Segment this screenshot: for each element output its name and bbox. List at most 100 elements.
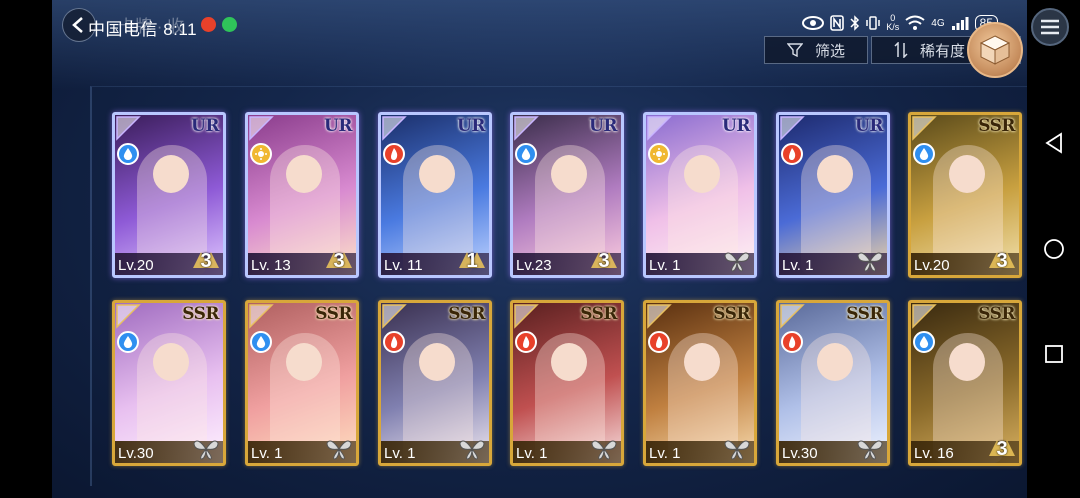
fire-element-icon <box>515 331 537 353</box>
collection-cube-button[interactable] <box>967 22 1023 78</box>
breakthrough-badge: 3 <box>987 248 1017 274</box>
hamburger-menu-icon <box>1041 19 1059 35</box>
rarity-label: UR <box>191 116 219 136</box>
butterfly-badge-icon <box>722 436 752 462</box>
breakthrough-count: 3 <box>333 249 345 272</box>
class-emblem-icon <box>911 115 941 141</box>
level-label: Lv.20 <box>914 257 950 274</box>
data-speed: 0 K/s <box>886 13 900 32</box>
character-card[interactable]: UR Lv. 1 <box>776 112 890 278</box>
breakthrough-count: 1 <box>466 249 478 272</box>
character-card[interactable]: SSR Lv.20 3 <box>908 112 1022 278</box>
butterfly-badge-icon <box>855 436 885 462</box>
carrier-time: 中国电信 8:11 <box>88 20 198 39</box>
water-element-icon <box>117 143 139 165</box>
level-label: Lv. 1 <box>516 445 548 462</box>
rarity-label: SSR <box>182 304 219 324</box>
character-face <box>684 343 720 381</box>
character-card[interactable]: SSR Lv. 1 <box>378 300 492 466</box>
class-emblem-icon <box>911 303 941 329</box>
water-element-icon <box>515 143 537 165</box>
rarity-label: SSR <box>978 116 1015 136</box>
rarity-label: SSR <box>448 304 485 324</box>
square-recents-icon <box>1044 345 1063 363</box>
nav-home-button[interactable] <box>1027 229 1080 269</box>
breakthrough-count: 3 <box>200 249 212 272</box>
light-element-icon <box>648 143 670 165</box>
circle-home-icon <box>1043 239 1064 259</box>
level-label: Lv.20 <box>118 257 154 274</box>
class-emblem-icon <box>115 115 145 141</box>
rarity-label: UR <box>589 116 617 136</box>
level-label: Lv.30 <box>782 445 818 462</box>
character-card[interactable]: SSR Lv. 1 <box>245 300 359 466</box>
breakthrough-count: 3 <box>598 249 610 272</box>
light-element-icon <box>250 143 272 165</box>
level-label: Lv. 1 <box>649 257 681 274</box>
character-card[interactable]: UR Lv. 1 <box>643 112 757 278</box>
menu-button[interactable] <box>1031 8 1069 46</box>
character-face <box>949 155 985 193</box>
class-emblem-icon <box>248 303 278 329</box>
sort-icon <box>894 42 908 58</box>
character-face <box>153 343 189 381</box>
class-emblem-icon <box>381 303 411 329</box>
character-card[interactable]: UR Lv. 13 3 <box>245 112 359 278</box>
fire-element-icon <box>648 331 670 353</box>
class-emblem-icon <box>248 115 278 141</box>
filter-button[interactable]: 筛选 <box>764 36 868 64</box>
water-element-icon <box>250 331 272 353</box>
breakthrough-count: 3 <box>996 249 1008 272</box>
character-card[interactable]: SSR Lv. 1 <box>643 300 757 466</box>
character-card[interactable]: SSR Lv. 16 3 <box>908 300 1022 466</box>
filter-icon <box>787 43 803 57</box>
character-face <box>419 155 455 193</box>
rarity-label: UR <box>722 116 750 136</box>
character-card[interactable]: UR Lv.23 3 <box>510 112 624 278</box>
butterfly-badge-icon <box>722 248 752 274</box>
nav-recents-button[interactable] <box>1027 334 1080 374</box>
class-emblem-icon <box>646 115 676 141</box>
breakthrough-badge: 3 <box>191 248 221 274</box>
breakthrough-badge: 3 <box>589 248 619 274</box>
level-label: Lv.30 <box>118 445 154 462</box>
character-card[interactable]: UR Lv. 11 1 <box>378 112 492 278</box>
character-face <box>817 343 853 381</box>
breakthrough-badge: 3 <box>987 436 1017 462</box>
level-label: Lv. 1 <box>251 445 283 462</box>
rarity-label: UR <box>855 116 883 136</box>
breakthrough-badge: 3 <box>324 248 354 274</box>
butterfly-badge-icon <box>855 248 885 274</box>
butterfly-badge-icon <box>324 436 354 462</box>
fire-element-icon <box>383 143 405 165</box>
character-card[interactable]: SSR Lv.30 <box>112 300 226 466</box>
character-card[interactable]: SSR Lv. 1 <box>510 300 624 466</box>
cube-icon <box>979 35 1011 65</box>
character-face <box>949 343 985 381</box>
fire-element-icon <box>781 143 803 165</box>
back-arrow-icon <box>72 17 83 33</box>
filter-label: 筛选 <box>815 42 846 60</box>
class-emblem-icon <box>115 303 145 329</box>
character-card[interactable]: UR Lv.20 3 <box>112 112 226 278</box>
character-card[interactable]: SSR Lv.30 <box>776 300 890 466</box>
rarity-label: UR <box>324 116 352 136</box>
butterfly-badge-icon <box>457 436 487 462</box>
nav-back-button[interactable] <box>1027 123 1080 163</box>
character-face <box>551 155 587 193</box>
rarity-label: SSR <box>315 304 352 324</box>
sort-label: 稀有度 <box>920 42 966 60</box>
nfc-icon <box>830 15 845 31</box>
wifi-icon <box>905 15 925 30</box>
class-emblem-icon <box>646 303 676 329</box>
butterfly-badge-icon <box>589 436 619 462</box>
eye-icon <box>802 16 825 30</box>
network-type: 4G <box>931 17 945 29</box>
class-emblem-icon <box>513 303 543 329</box>
level-label: Lv. 13 <box>251 257 291 274</box>
breakthrough-badge: 1 <box>457 248 487 274</box>
breakthrough-count: 3 <box>996 437 1008 460</box>
character-face <box>153 155 189 193</box>
class-emblem-icon <box>779 303 809 329</box>
triangle-back-icon <box>1044 132 1062 154</box>
